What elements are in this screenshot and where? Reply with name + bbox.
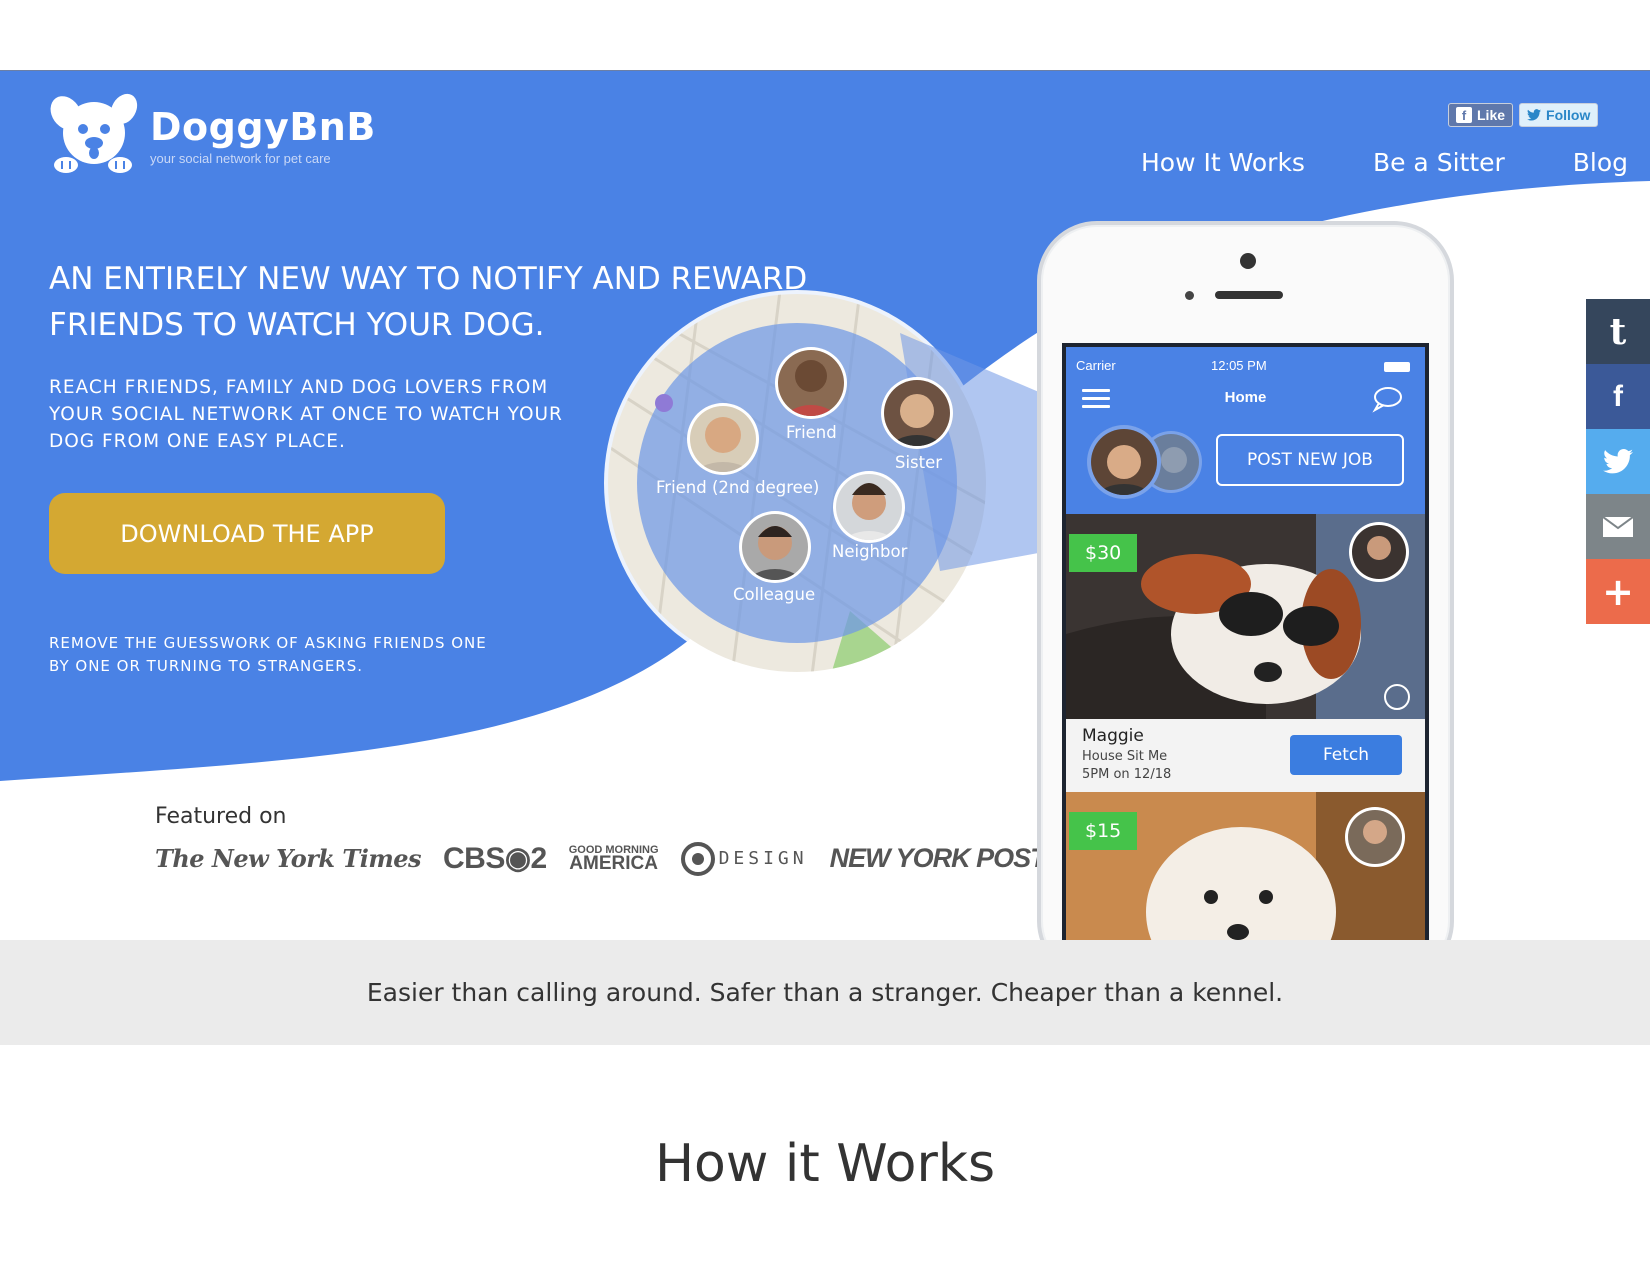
map-label-friend-2nd-degree: Friend (2nd degree) (656, 478, 820, 497)
facebook-icon: f (1613, 379, 1623, 413)
chat-icon[interactable] (1371, 385, 1403, 413)
how-it-works-heading: How it Works (654, 1134, 996, 1194)
price-tag: $30 (1069, 534, 1138, 572)
tumblr-share-button[interactable]: t (1586, 299, 1650, 364)
page: DoggyBnB your social network for pet car… (0, 70, 1650, 1205)
tagline-band: Easier than calling around. Safer than a… (0, 940, 1650, 1045)
facebook-share-button[interactable]: f (1586, 364, 1650, 429)
tagline-text: Easier than calling around. Safer than a… (366, 978, 1284, 1007)
nav-be-a-sitter[interactable]: Be a Sitter (1373, 148, 1505, 177)
nyt-logo: The New York Times (155, 844, 422, 873)
twitter-follow-button[interactable]: Follow (1519, 103, 1599, 127)
twitter-icon (1603, 449, 1633, 474)
nav-blog[interactable]: Blog (1573, 148, 1628, 177)
listing-name: Maggie (1082, 726, 1144, 746)
dog-photo-maggie[interactable]: $30 (1066, 514, 1425, 719)
tumblr-icon: t (1609, 310, 1627, 353)
brand-tagline: your social network for pet care (150, 151, 331, 166)
phone-camera (1240, 253, 1256, 269)
user-avatars (1087, 425, 1202, 499)
map-label-colleague: Colleague (733, 585, 816, 604)
hero-headline: AN ENTIRELY NEW WAY TO NOTIFY AND REWARD… (49, 261, 808, 343)
twitter-share-button[interactable] (1586, 429, 1650, 494)
hero-footnote: REMOVE THE GUESSWORK OF ASKING FRIENDS O… (49, 634, 487, 675)
follow-label: Follow (1546, 107, 1591, 123)
gma-logo: GOOD MORNING AMERICA (569, 844, 659, 874)
phone-screen: Carrier 12:05 PM Home POST NEW JOB $30 M… (1062, 343, 1429, 983)
logo[interactable]: DoggyBnB your social network for pet car… (48, 91, 376, 175)
like-label: Like (1477, 107, 1506, 123)
brand-name: DoggyBnB (150, 105, 376, 149)
email-icon (1603, 516, 1633, 537)
more-share-button[interactable]: + (1586, 559, 1650, 624)
status-carrier: Carrier (1076, 358, 1116, 373)
map-label-neighbor: Neighbor (832, 542, 908, 561)
facebook-like-button[interactable]: f Like (1448, 103, 1514, 127)
featured-on-label: Featured on (155, 804, 287, 829)
app-header: Carrier 12:05 PM Home POST NEW JOB (1066, 347, 1425, 514)
cbs-number: 2 (530, 842, 548, 875)
dog-logo-icon (50, 93, 138, 173)
listing-type: House Sit Me (1082, 749, 1168, 764)
download-app-button[interactable]: DOWNLOAD THE APP (49, 493, 445, 574)
codesign-text: DESIGN (718, 848, 808, 869)
listing-time: 5PM on 12/18 (1082, 767, 1172, 782)
phone-speaker (1215, 291, 1283, 299)
battery-icon (1384, 362, 1410, 372)
facebook-icon: f (1456, 107, 1472, 123)
cbs-text: CBS (443, 842, 505, 875)
hero-subline: REACH FRIENDS, FAMILY AND DOG LOVERS FRO… (49, 377, 563, 452)
post-new-job-button[interactable]: POST NEW JOB (1216, 434, 1404, 486)
logo-text: DoggyBnB your social network for pet car… (150, 105, 376, 166)
twitter-bird-icon (1527, 109, 1542, 121)
gma-bottom: AMERICA (569, 852, 658, 874)
map-label-sister: Sister (895, 453, 943, 472)
phone-mockup: Carrier 12:05 PM Home POST NEW JOB $30 M… (1037, 221, 1454, 983)
nypost-logo: NEW YORK POST (829, 843, 1047, 873)
fetch-button[interactable]: Fetch (1290, 735, 1402, 775)
featured-logos: The New York Times CBS◉2 GOOD MORNING AM… (155, 841, 1068, 876)
nav-how-it-works[interactable]: How It Works (1141, 148, 1305, 177)
map-label-friend: Friend (786, 423, 837, 442)
main-nav: How It Works Be a Sitter Blog (1141, 148, 1628, 177)
codesign-mark-icon (680, 841, 715, 876)
share-sidebar: t f + (1586, 299, 1650, 624)
price-tag: $15 (1069, 812, 1138, 850)
email-share-button[interactable] (1586, 494, 1650, 559)
plus-icon: + (1602, 569, 1634, 614)
social-small-buttons: f Like Follow (1448, 103, 1599, 127)
cbs2-logo: CBS◉2 (443, 841, 547, 876)
phone-sensor (1185, 291, 1194, 300)
codesign-logo: DESIGN (680, 841, 808, 876)
status-time: 12:05 PM (1211, 358, 1267, 373)
cbs-eye-icon: ◉ (504, 842, 531, 875)
listing-maggie[interactable]: Maggie House Sit Me 5PM on 12/18 Fetch (1066, 719, 1425, 792)
